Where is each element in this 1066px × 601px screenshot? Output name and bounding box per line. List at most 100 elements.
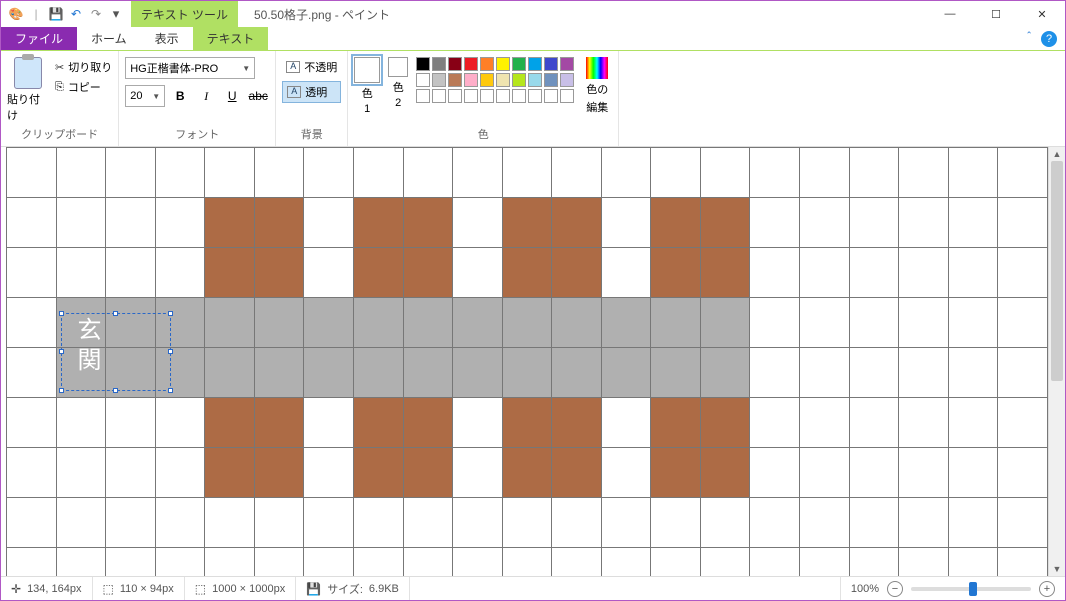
resize-handle[interactable] xyxy=(168,311,173,316)
grid-cell[interactable] xyxy=(254,348,304,398)
grid-cell[interactable] xyxy=(205,398,255,448)
grid-cell[interactable] xyxy=(453,348,503,398)
grid-cell[interactable] xyxy=(155,498,205,548)
resize-handle[interactable] xyxy=(59,349,64,354)
grid-cell[interactable] xyxy=(601,148,651,198)
grid-cell[interactable] xyxy=(155,548,205,577)
palette-swatch[interactable] xyxy=(464,89,478,103)
grid-cell[interactable] xyxy=(453,198,503,248)
grid-cell[interactable] xyxy=(849,548,899,577)
grid-cell[interactable] xyxy=(56,198,106,248)
grid-cell[interactable] xyxy=(948,498,998,548)
grid-cell[interactable] xyxy=(453,448,503,498)
grid-cell[interactable] xyxy=(651,348,701,398)
grid-cell[interactable] xyxy=(750,198,800,248)
grid-cell[interactable] xyxy=(601,448,651,498)
palette-swatch[interactable] xyxy=(432,73,446,87)
grid-cell[interactable] xyxy=(403,348,453,398)
tab-view[interactable]: 表示 xyxy=(141,27,193,50)
help-icon[interactable]: ? xyxy=(1041,31,1057,47)
palette-swatch[interactable] xyxy=(496,89,510,103)
grid-cell[interactable] xyxy=(700,498,750,548)
redo-icon[interactable]: ↷ xyxy=(87,5,105,23)
grid-cell[interactable] xyxy=(7,148,57,198)
tab-home[interactable]: ホーム xyxy=(77,27,141,50)
palette-swatch[interactable] xyxy=(448,57,462,71)
grid-cell[interactable] xyxy=(7,398,57,448)
grid-cell[interactable] xyxy=(403,398,453,448)
grid-cell[interactable] xyxy=(502,498,552,548)
grid-cell[interactable] xyxy=(502,198,552,248)
edit-colors-button[interactable]: 色の 編集 xyxy=(582,57,612,115)
grid-cell[interactable] xyxy=(948,298,998,348)
resize-handle[interactable] xyxy=(59,311,64,316)
grid-cell[interactable] xyxy=(502,398,552,448)
palette-swatch[interactable] xyxy=(528,73,542,87)
grid-cell[interactable] xyxy=(453,248,503,298)
grid-cell[interactable] xyxy=(7,548,57,577)
grid-cell[interactable] xyxy=(453,298,503,348)
scroll-down-icon[interactable]: ▼ xyxy=(1049,562,1065,576)
grid-cell[interactable] xyxy=(651,498,701,548)
resize-handle[interactable] xyxy=(168,349,173,354)
grid-cell[interactable] xyxy=(948,348,998,398)
canvas-viewport[interactable]: 玄関 xyxy=(1,147,1048,576)
scroll-up-icon[interactable]: ▲ xyxy=(1049,147,1065,161)
grid-cell[interactable] xyxy=(899,148,949,198)
palette-swatch[interactable] xyxy=(512,89,526,103)
grid-cell[interactable] xyxy=(205,248,255,298)
grid-cell[interactable] xyxy=(304,498,354,548)
underline-button[interactable]: U xyxy=(221,85,243,107)
font-size-combo[interactable]: 20 ▼ xyxy=(125,85,165,107)
tab-text[interactable]: テキスト xyxy=(193,27,269,50)
grid-cell[interactable] xyxy=(304,198,354,248)
grid-cell[interactable] xyxy=(998,398,1048,448)
palette-swatch[interactable] xyxy=(512,73,526,87)
grid-cell[interactable] xyxy=(502,298,552,348)
grid-cell[interactable] xyxy=(651,298,701,348)
palette-swatch[interactable] xyxy=(480,89,494,103)
grid-cell[interactable] xyxy=(601,498,651,548)
grid-cell[interactable] xyxy=(7,448,57,498)
grid-cell[interactable] xyxy=(750,498,800,548)
grid-cell[interactable] xyxy=(254,448,304,498)
scrollbar-thumb[interactable] xyxy=(1051,161,1063,381)
copy-button[interactable]: ⎘ コピー xyxy=(55,79,112,95)
grid-cell[interactable] xyxy=(254,298,304,348)
grid-cell[interactable] xyxy=(948,548,998,577)
italic-button[interactable]: I xyxy=(195,85,217,107)
grid-cell[interactable] xyxy=(700,148,750,198)
palette-swatch[interactable] xyxy=(432,57,446,71)
grid-cell[interactable] xyxy=(56,448,106,498)
grid-cell[interactable] xyxy=(651,148,701,198)
grid-cell[interactable] xyxy=(353,348,403,398)
bold-button[interactable]: B xyxy=(169,85,191,107)
palette-swatch[interactable] xyxy=(480,73,494,87)
grid-cell[interactable] xyxy=(56,148,106,198)
vertical-scrollbar[interactable]: ▲ ▼ xyxy=(1048,147,1065,576)
grid-cell[interactable] xyxy=(552,348,602,398)
palette-swatch[interactable] xyxy=(496,57,510,71)
grid-cell[interactable] xyxy=(304,448,354,498)
grid-cell[interactable] xyxy=(899,498,949,548)
grid-cell[interactable] xyxy=(651,198,701,248)
grid-cell[interactable] xyxy=(552,448,602,498)
grid-cell[interactable] xyxy=(205,448,255,498)
palette-swatch[interactable] xyxy=(560,73,574,87)
grid-cell[interactable] xyxy=(106,398,156,448)
palette-swatch[interactable] xyxy=(416,73,430,87)
grid-cell[interactable] xyxy=(205,148,255,198)
grid-cell[interactable] xyxy=(899,248,949,298)
grid-cell[interactable] xyxy=(353,448,403,498)
tab-file[interactable]: ファイル xyxy=(1,27,77,50)
resize-handle[interactable] xyxy=(113,311,118,316)
grid-cell[interactable] xyxy=(403,148,453,198)
grid-cell[interactable] xyxy=(304,348,354,398)
grid-cell[interactable] xyxy=(56,248,106,298)
grid-cell[interactable] xyxy=(601,398,651,448)
color1-button[interactable]: 色 1 xyxy=(354,57,380,115)
cut-button[interactable]: ✂ 切り取り xyxy=(55,59,112,75)
grid-cell[interactable] xyxy=(205,498,255,548)
grid-cell[interactable] xyxy=(502,348,552,398)
grid-cell[interactable] xyxy=(106,148,156,198)
